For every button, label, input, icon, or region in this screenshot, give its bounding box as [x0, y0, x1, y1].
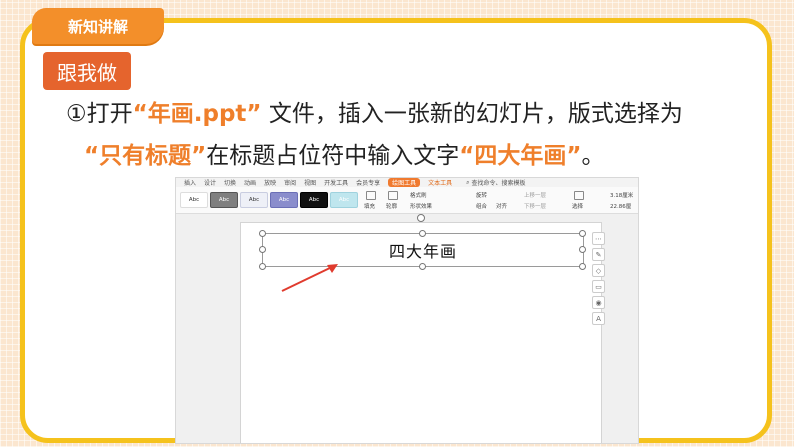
pointer-arrow: [281, 264, 338, 292]
